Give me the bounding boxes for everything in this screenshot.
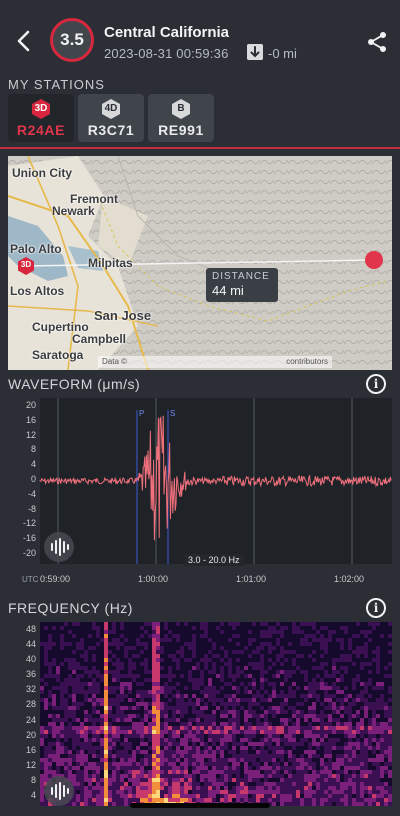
share-icon[interactable] [366, 30, 388, 54]
station-badge-b: B [170, 98, 192, 120]
station-name: R24AE [16, 122, 66, 138]
waveform-x-tick: 1:00:00 [138, 574, 169, 584]
event-distance: -0 mi [268, 46, 297, 61]
sound-wave-icon [51, 782, 69, 800]
frequency-y-tick: 44 [25, 639, 36, 650]
attribution-left: Data © [102, 357, 128, 366]
waveform-y-tick: -8 [27, 503, 36, 514]
map-label: Saratoga [32, 348, 84, 362]
event-datetime: 2023-08-31 00:59:36 [104, 46, 229, 61]
home-indicator [130, 803, 270, 808]
my-stations-label: MY STATIONS [8, 77, 105, 92]
waveform-y-tick: 12 [25, 429, 36, 440]
waveform-x-tick: 1:02:00 [334, 574, 365, 584]
map-attribution[interactable]: Data © contributors [98, 356, 332, 368]
frequency-y-tick: 40 [25, 654, 36, 665]
map-label: San Jose [94, 308, 152, 323]
frequency-y-tick: 8 [30, 774, 36, 785]
spectrogram-plot [40, 622, 392, 806]
section-divider [0, 147, 400, 149]
map-label: Union City [12, 166, 72, 180]
waveform-x-tick: 0:59:00 [40, 574, 71, 584]
waveform-y-tick: -20 [22, 548, 36, 558]
distance-popup: DISTANCE 44 mi [206, 268, 278, 302]
waveform-info-icon[interactable]: i [366, 374, 386, 394]
frequency-y-tick: 48 [25, 624, 36, 634]
frequency-y-tick: 12 [25, 759, 36, 770]
distance-popup-value: 44 mi [212, 283, 244, 298]
waveform-y-tick: 0 [30, 474, 36, 484]
back-arrow-icon[interactable] [12, 26, 36, 56]
phase-label: S [170, 409, 175, 418]
phase-label: P [139, 409, 144, 418]
map-terrain [8, 156, 392, 370]
depth-arrow-icon [247, 44, 263, 60]
station-tab-r24ae[interactable]: 3D R24AE [8, 94, 74, 142]
station-marker-label: 3D [20, 260, 32, 269]
attribution-right: contributors [286, 357, 328, 366]
waveform-y-tick: 4 [30, 459, 36, 470]
map-label: Campbell [72, 332, 127, 346]
waveform-title: WAVEFORM (μm/s) [8, 376, 141, 392]
waveform-y-tick: 20 [25, 400, 36, 410]
epicenter-marker[interactable] [365, 251, 383, 269]
map-label: Palo Alto [10, 242, 62, 256]
waveform-y-tick: -12 [22, 518, 36, 529]
waveform-y-tick: 16 [25, 414, 36, 425]
frequency-y-tick: 32 [25, 684, 36, 695]
frequency-y-tick: 16 [25, 744, 36, 755]
frequency-title: FREQUENCY (Hz) [8, 600, 133, 616]
map-label: Milpitas [88, 256, 133, 270]
station-badge-text: B [177, 103, 185, 114]
station-name: R3C71 [87, 122, 135, 138]
station-badge-3d: 3D [30, 98, 52, 120]
station-map[interactable]: Union City Fremont Newark Palo Alto Milp… [8, 156, 392, 370]
band-filter-label: 3.0 - 20.0 Hz [184, 554, 244, 566]
distance-popup-label: DISTANCE [212, 271, 270, 282]
frequency-y-tick: 4 [30, 790, 36, 800]
map-label: Los Altos [10, 284, 65, 298]
event-title: Central California [104, 24, 230, 41]
station-tab-r3c71[interactable]: 4D R3C71 [78, 94, 144, 142]
map-label: Newark [52, 204, 95, 218]
waveform-y-tick: -4 [27, 488, 36, 499]
waveform-sound-button[interactable] [44, 532, 74, 562]
waveform-y-tick: -16 [22, 533, 36, 544]
station-tab-re991[interactable]: B RE991 [148, 94, 214, 142]
frequency-y-tick: 28 [25, 699, 36, 710]
station-name: RE991 [158, 122, 204, 138]
header-bar: 3.5 Central California 2023-08-31 00:59:… [0, 0, 400, 74]
sound-wave-icon [51, 538, 69, 556]
station-badge-text: 3D [34, 103, 48, 114]
utc-label: UTC [22, 575, 39, 584]
frequency-y-tick: 20 [25, 729, 36, 740]
spectrogram-sound-button[interactable] [44, 776, 74, 806]
station-badge-text: 4D [104, 103, 118, 114]
waveform-x-tick: 1:01:00 [236, 574, 267, 584]
station-badge-4d: 4D [100, 98, 122, 120]
frequency-y-tick: 24 [25, 714, 36, 725]
frequency-info-icon[interactable]: i [366, 598, 386, 618]
waveform-y-tick: 8 [30, 444, 36, 455]
magnitude-badge: 3.5 [50, 18, 94, 62]
frequency-y-tick: 36 [25, 669, 36, 680]
